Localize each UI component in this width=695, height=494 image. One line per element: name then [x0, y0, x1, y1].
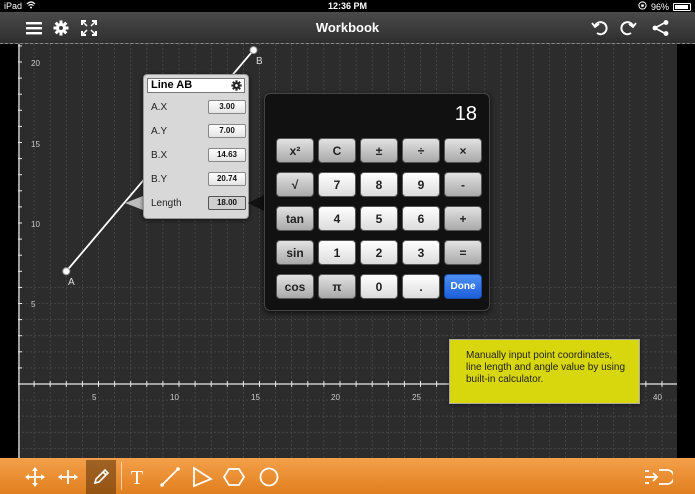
- panel-header: Line AB: [147, 78, 245, 93]
- battery-icon: [673, 2, 691, 11]
- status-time: 12:36 PM: [327, 1, 368, 11]
- x-tick-label: 5: [92, 393, 97, 402]
- property-value-field[interactable]: 18.00: [208, 196, 246, 210]
- hexagon-icon[interactable]: [223, 466, 245, 488]
- property-row-by: B.Y 20.74: [149, 171, 246, 191]
- key-8[interactable]: 8: [360, 172, 398, 197]
- x-tick-label: 20: [331, 393, 340, 402]
- key-7[interactable]: 7: [318, 172, 356, 197]
- property-label: B.Y: [151, 174, 168, 185]
- key-decimal[interactable]: .: [402, 274, 440, 299]
- redo-icon[interactable]: [618, 18, 638, 38]
- right-frame: [677, 44, 695, 458]
- key-9[interactable]: 9: [402, 172, 440, 197]
- property-value-field[interactable]: 7.00: [208, 124, 246, 138]
- property-row-length: Length 18.00: [149, 195, 246, 215]
- key-tan[interactable]: tan: [276, 206, 314, 231]
- status-bar: iPad 12:36 PM 96%: [0, 0, 695, 12]
- property-label: A.X: [151, 102, 168, 113]
- key-minus[interactable]: -: [444, 172, 482, 197]
- toolbar-separator: [121, 462, 122, 490]
- key-plus-minus[interactable]: ±: [360, 138, 398, 163]
- key-clear[interactable]: C: [318, 138, 356, 163]
- x-tick-label: 10: [170, 393, 179, 402]
- share-icon[interactable]: [651, 18, 671, 38]
- svg-text:T: T: [131, 467, 143, 487]
- x-tick-label: 40: [653, 393, 662, 402]
- circle-icon[interactable]: [258, 466, 280, 488]
- triangle-icon[interactable]: [191, 466, 213, 488]
- key-6[interactable]: 6: [402, 206, 440, 231]
- text-icon[interactable]: T: [126, 466, 148, 488]
- left-frame: [0, 44, 18, 458]
- undo-icon[interactable]: [590, 18, 610, 38]
- top-toolbar: Workbook: [0, 12, 695, 44]
- help-tooltip: Manually input point coordinates, line l…: [449, 339, 640, 404]
- line-icon[interactable]: [159, 466, 181, 488]
- key-divide[interactable]: ÷: [402, 138, 440, 163]
- y-tick-label: 15: [31, 140, 40, 149]
- key-0[interactable]: 0: [360, 274, 398, 299]
- point-b-label: B: [256, 56, 263, 67]
- property-label: B.X: [151, 150, 168, 161]
- key-sin[interactable]: sin: [276, 240, 314, 265]
- y-tick-label: 20: [31, 59, 40, 68]
- gear-icon[interactable]: [231, 80, 242, 95]
- properties-pointer: [125, 196, 143, 210]
- calculator-pointer: [248, 195, 264, 211]
- property-value-field[interactable]: 20.74: [208, 172, 246, 186]
- pan-icon[interactable]: [57, 466, 79, 488]
- x-tick-label: 15: [251, 393, 260, 402]
- key-cos[interactable]: cos: [276, 274, 314, 299]
- bottom-toolbar: T: [0, 458, 695, 494]
- calculator-display: 18: [454, 103, 477, 125]
- line-properties-panel: Line AB A.X 3.00 A.Y 7.00 B.X 14.63 B.Y …: [143, 74, 249, 219]
- calculator-popup: 18 x² C ± ÷ × √ 7 8 9 - tan 4 5 6 + sin …: [264, 93, 490, 311]
- exit-icon[interactable]: [643, 466, 673, 488]
- done-button[interactable]: Done: [444, 274, 482, 299]
- y-tick-label: 10: [31, 220, 40, 229]
- battery-percent: 96%: [650, 1, 669, 12]
- key-3[interactable]: 3: [402, 240, 440, 265]
- key-4[interactable]: 4: [318, 206, 356, 231]
- property-row-ay: A.Y 7.00: [149, 123, 246, 143]
- key-equals[interactable]: =: [444, 240, 482, 265]
- y-tick-label: 5: [31, 300, 36, 309]
- key-multiply[interactable]: ×: [444, 138, 482, 163]
- key-sqrt[interactable]: √: [276, 172, 314, 197]
- property-row-bx: B.X 14.63: [149, 147, 246, 167]
- pencil-icon[interactable]: [86, 460, 116, 494]
- property-label: A.Y: [151, 126, 168, 137]
- property-value-field[interactable]: 3.00: [208, 100, 246, 114]
- x-tick-label: 25: [412, 393, 421, 402]
- point-a-label: A: [68, 277, 75, 288]
- key-2[interactable]: 2: [360, 240, 398, 265]
- key-5[interactable]: 5: [360, 206, 398, 231]
- point-a[interactable]: [62, 267, 71, 276]
- key-square[interactable]: x²: [276, 138, 314, 163]
- panel-title: Line AB: [151, 79, 193, 91]
- key-1[interactable]: 1: [318, 240, 356, 265]
- property-row-ax: A.X 3.00: [149, 99, 246, 119]
- move-icon[interactable]: [24, 466, 46, 488]
- key-pi[interactable]: π: [318, 274, 356, 299]
- tooltip-text: Manually input point coordinates, line l…: [466, 350, 626, 385]
- property-label: Length: [151, 198, 182, 209]
- point-b[interactable]: [249, 46, 258, 55]
- key-plus[interactable]: +: [444, 206, 482, 231]
- lock-rotation-icon: [638, 1, 647, 12]
- property-value-field[interactable]: 14.63: [208, 148, 246, 162]
